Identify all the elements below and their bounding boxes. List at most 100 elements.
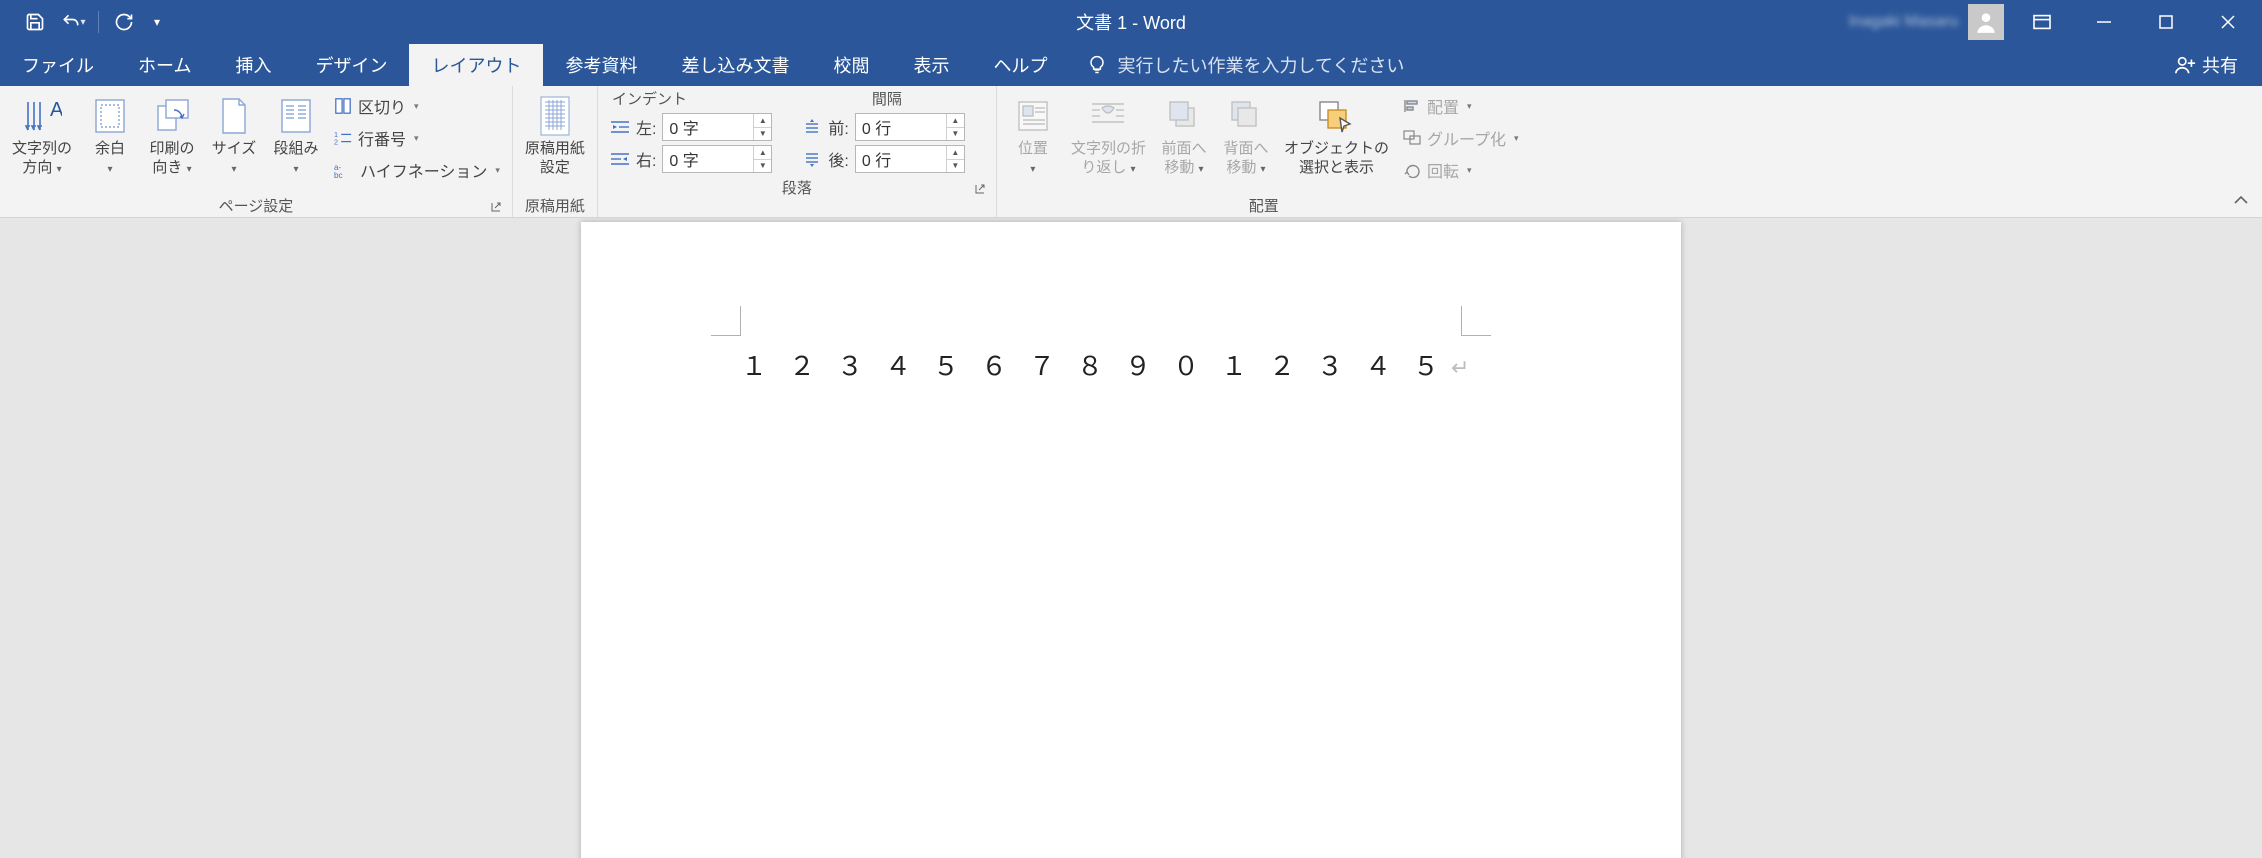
svg-text:A: A (50, 99, 62, 121)
share-button[interactable]: 共有 (2150, 44, 2262, 86)
quick-access-toolbar: ▾ ▾ (0, 6, 169, 38)
tab-layout[interactable]: レイアウト (409, 44, 543, 86)
avatar[interactable] (1968, 4, 2004, 40)
group-button: グループ化▾ (1397, 124, 1525, 152)
undo-button[interactable]: ▾ (56, 6, 90, 38)
text-direction-button[interactable]: A 文字列の 方向 ▾ (6, 90, 78, 178)
minimize-button[interactable] (2074, 0, 2134, 44)
minimize-icon (2096, 14, 2112, 30)
tab-file[interactable]: ファイル (0, 44, 116, 86)
spin-down[interactable]: ▼ (947, 128, 964, 141)
spin-up[interactable]: ▲ (947, 114, 964, 128)
spin-up[interactable]: ▲ (754, 114, 771, 128)
tab-help[interactable]: ヘルプ (971, 44, 1069, 86)
spin-up[interactable]: ▲ (754, 146, 771, 160)
maximize-button[interactable] (2136, 0, 2196, 44)
orientation-icon (152, 96, 192, 136)
tab-design[interactable]: デザイン (293, 44, 409, 86)
spin-down[interactable]: ▼ (754, 160, 771, 173)
breaks-button[interactable]: 区切り▾ (328, 92, 506, 120)
paragraph-mark-icon: ↵ (1451, 355, 1469, 380)
manuscript-settings-button[interactable]: 原稿用紙 設定 (519, 90, 591, 178)
dialog-launcher-icon (974, 183, 986, 195)
repeat-icon (114, 12, 134, 32)
margins-icon (92, 96, 128, 136)
tab-view[interactable]: 表示 (891, 44, 971, 86)
indent-right-field[interactable] (663, 146, 753, 172)
ribbon: A 文字列の 方向 ▾ 余白▾ 印刷の 向き ▾ サイズ▾ 段組み▾ (0, 86, 2262, 218)
paragraph-launcher[interactable] (972, 181, 988, 197)
spacing-after-field[interactable] (856, 146, 946, 172)
qat-customize-icon: ▾ (154, 15, 160, 29)
line-numbers-button[interactable]: 12 行番号▾ (328, 124, 506, 152)
bring-forward-icon (1166, 98, 1202, 134)
svg-text:bc: bc (334, 171, 343, 179)
indent-header: インデント (612, 88, 792, 109)
tab-mailings[interactable]: 差し込み文書 (659, 44, 811, 86)
group-icon (1403, 130, 1421, 146)
columns-button[interactable]: 段組み▾ (266, 90, 326, 178)
tab-insert[interactable]: 挿入 (213, 44, 293, 86)
share-label: 共有 (2202, 52, 2238, 78)
rotate-button: 回転▾ (1397, 156, 1525, 184)
manuscript-icon (537, 94, 573, 138)
title-right-cluster: Inagaki Masaru (1849, 0, 2262, 44)
close-button[interactable] (2198, 0, 2258, 44)
qat-customize-button[interactable]: ▾ (145, 6, 169, 38)
indent-left-input[interactable]: ▲▼ (662, 113, 772, 141)
indent-left-field[interactable] (663, 114, 753, 140)
group-label-manuscript: 原稿用紙 (525, 195, 585, 216)
page[interactable]: １２３４５６７８９０１２３４５↵ (581, 222, 1681, 858)
selection-pane-button[interactable]: オブジェクトの 選択と表示 (1278, 90, 1395, 178)
margins-button[interactable]: 余白▾ (80, 90, 140, 178)
text-direction-icon: A (22, 96, 62, 136)
send-backward-icon (1228, 98, 1264, 134)
breaks-icon (334, 97, 352, 115)
chevron-down-icon: ▾ (80, 17, 85, 28)
spacing-after-label: 後: (828, 147, 848, 171)
selection-pane-icon (1316, 98, 1356, 134)
group-manuscript: 原稿用紙 設定 原稿用紙 (513, 86, 598, 217)
tab-home[interactable]: ホーム (116, 44, 213, 86)
save-icon (25, 12, 45, 32)
ribbon-display-options-button[interactable] (2012, 0, 2072, 44)
margin-guide-top-right (1461, 306, 1491, 336)
ribbon-options-icon (2032, 14, 2052, 30)
spin-down[interactable]: ▼ (754, 128, 771, 141)
indent-left-icon (611, 119, 629, 135)
wrap-text-icon (1088, 98, 1128, 134)
tell-me-search[interactable]: 実行したい作業を入力してください (1069, 44, 1422, 86)
spacing-after-input[interactable]: ▲▼ (855, 145, 965, 173)
margin-guide-top-left (711, 306, 741, 336)
indent-right-input[interactable]: ▲▼ (662, 145, 772, 173)
align-button: 配置▾ (1397, 92, 1525, 120)
indent-right-icon (611, 151, 629, 167)
user-name: Inagaki Masaru (1849, 13, 1958, 31)
document-body-text[interactable]: １２３４５６７８９０１２３４５↵ (741, 346, 1469, 383)
undo-icon (60, 12, 82, 32)
maximize-icon (2158, 14, 2174, 30)
tab-review[interactable]: 校閲 (811, 44, 891, 86)
group-label-page-setup: ページ設定 (219, 195, 294, 216)
hyphenation-button[interactable]: a-bc ハイフネーション▾ (328, 156, 506, 184)
chevron-up-icon (2233, 194, 2249, 206)
lightbulb-icon (1087, 54, 1107, 76)
page-setup-launcher[interactable] (488, 199, 504, 215)
spin-up[interactable]: ▲ (947, 146, 964, 160)
spin-down[interactable]: ▼ (947, 160, 964, 173)
spacing-before-label: 前: (828, 115, 848, 139)
document-area[interactable]: １２３４５６７８９０１２３４５↵ (0, 218, 2262, 858)
collapse-ribbon-button[interactable] (2230, 189, 2252, 211)
tab-references[interactable]: 参考資料 (543, 44, 659, 86)
orientation-button[interactable]: 印刷の 向き ▾ (142, 90, 202, 178)
columns-icon (278, 96, 314, 136)
spacing-before-input[interactable]: ▲▼ (855, 113, 965, 141)
spacing-before-field[interactable] (856, 114, 946, 140)
spacing-after-icon (804, 150, 820, 168)
qat-separator (98, 11, 99, 33)
spacing-before-icon (804, 118, 820, 136)
repeat-button[interactable] (107, 6, 141, 38)
save-button[interactable] (18, 6, 52, 38)
share-icon (2174, 54, 2196, 76)
size-button[interactable]: サイズ▾ (204, 90, 264, 178)
